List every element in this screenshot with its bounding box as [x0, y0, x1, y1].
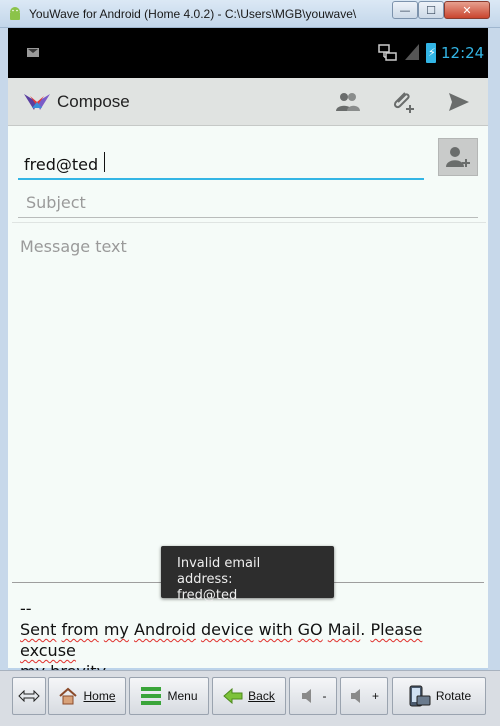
- signature-word: Android: [134, 620, 196, 639]
- maximize-button[interactable]: ☐: [418, 1, 444, 19]
- attach-button[interactable]: [390, 88, 418, 116]
- home-icon: [59, 687, 78, 705]
- mail-notification-icon: [27, 48, 39, 57]
- window-frame-left: [0, 28, 8, 672]
- maximize-icon: ☐: [426, 3, 436, 17]
- close-button[interactable]: ✕: [444, 1, 490, 19]
- rotate-button[interactable]: Rotate: [392, 677, 486, 715]
- toast-line-1: Invalid email address:: [177, 556, 261, 587]
- android-status-bar: ⚡ 12:24: [8, 28, 488, 78]
- signature-word: Sent: [20, 620, 57, 639]
- add-recipient-button[interactable]: [438, 138, 478, 176]
- contacts-icon: [336, 93, 360, 111]
- rotate-device-icon: [409, 685, 431, 707]
- window-title: YouWave for Android (Home 4.0.2) - C:\Us…: [29, 7, 357, 21]
- menu-icon: [141, 687, 162, 705]
- toast-line-2: fred@ted: [177, 588, 238, 603]
- resize-button[interactable]: [12, 677, 46, 715]
- home-button[interactable]: Home: [48, 677, 126, 715]
- volume-down-button[interactable]: -: [289, 677, 337, 715]
- status-time: 12:24: [441, 44, 485, 62]
- battery-icon: ⚡: [426, 43, 436, 63]
- signature-word: Mail: [327, 620, 361, 639]
- signature-punct: .: [360, 620, 366, 639]
- volume-up-label: +: [371, 689, 379, 703]
- volume-up-button[interactable]: +: [340, 677, 388, 715]
- close-icon: ✕: [462, 3, 472, 17]
- menu-label: Menu: [167, 689, 198, 703]
- emulator-toolbar: Home Menu Back - + Rotate: [0, 670, 500, 726]
- minimize-icon: —: [399, 3, 411, 17]
- menu-button[interactable]: Menu: [129, 677, 209, 715]
- back-button[interactable]: Back: [212, 677, 286, 715]
- back-arrow-icon: [223, 688, 243, 704]
- android-app-icon: [10, 7, 20, 20]
- volume-down-label: -: [322, 689, 327, 703]
- rotate-label: Rotate: [435, 689, 472, 703]
- compose-action-bar: Compose: [8, 78, 488, 126]
- compose-title: Compose: [57, 92, 130, 111]
- toast-message: Invalid email address: fred@ted: [161, 546, 334, 603]
- volume-up-icon: [350, 689, 360, 703]
- signature-word: excuse: [20, 641, 76, 660]
- signal-icon: [405, 44, 419, 60]
- window-titlebar: YouWave for Android (Home 4.0.2) - C:\Us…: [0, 0, 500, 28]
- volume-down-icon: [301, 689, 311, 703]
- add-contact-icon: [446, 147, 470, 167]
- window-frame-right: [488, 28, 500, 672]
- resize-arrows-icon: [18, 690, 40, 702]
- signature-word: with: [258, 620, 293, 639]
- send-icon: [449, 93, 469, 111]
- home-label: Home: [83, 689, 116, 703]
- minimize-button[interactable]: —: [392, 1, 418, 19]
- signature-word: from: [61, 620, 99, 639]
- text-caret: [104, 152, 105, 172]
- attach-icon: [393, 92, 414, 113]
- network-icon: [378, 44, 397, 61]
- signature-word: Please: [370, 620, 423, 639]
- to-field[interactable]: [18, 150, 424, 180]
- contacts-button[interactable]: [334, 88, 362, 116]
- send-button[interactable]: [445, 88, 473, 116]
- signature-word: device: [200, 620, 254, 639]
- subject-field[interactable]: [18, 188, 478, 218]
- signature-word: my: [103, 620, 129, 639]
- message-field[interactable]: [12, 222, 486, 582]
- signature-word: GO: [297, 620, 323, 639]
- go-mail-logo-icon[interactable]: [22, 90, 52, 114]
- back-label: Back: [248, 689, 275, 703]
